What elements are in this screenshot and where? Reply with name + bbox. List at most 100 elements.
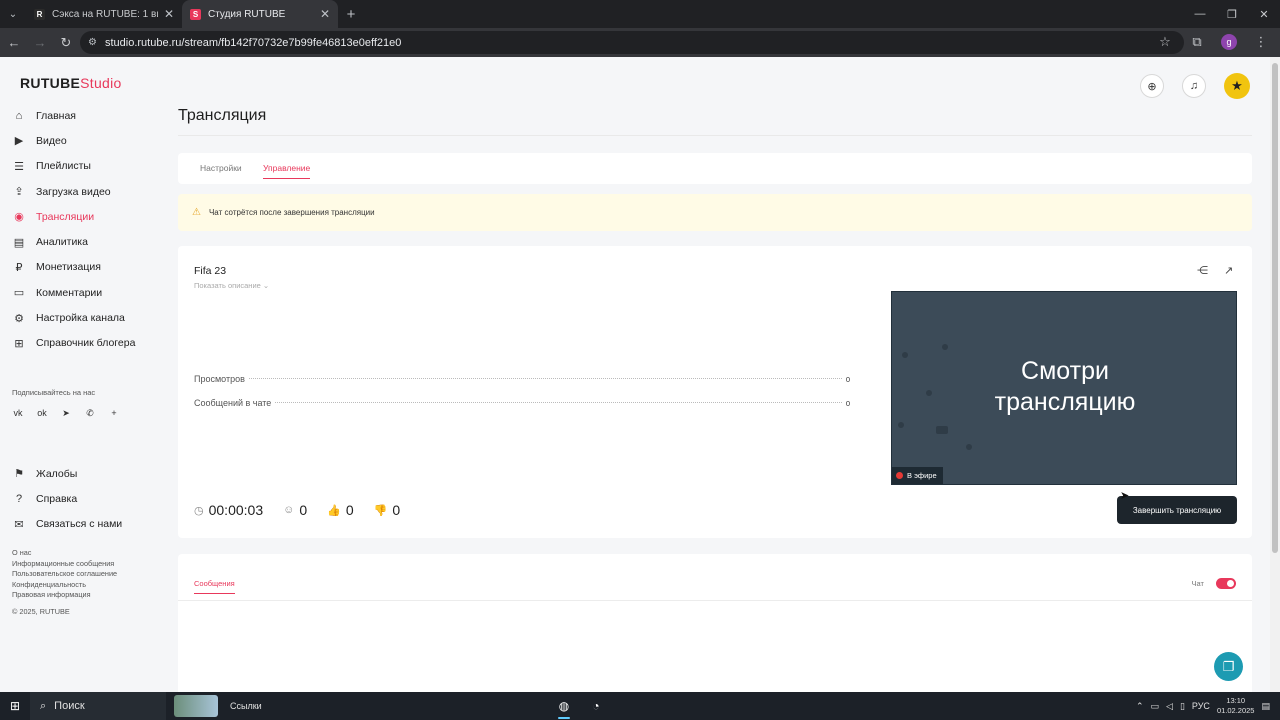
widget-image: [174, 695, 218, 717]
extensions-icon[interactable]: ⧉: [1186, 31, 1208, 53]
mail-icon: ✉: [14, 518, 24, 531]
taskbar-search[interactable]: ⌕ Поиск: [30, 692, 166, 720]
settings-icon: ⚙: [14, 312, 24, 325]
windows-start-icon[interactable]: ⊞: [0, 692, 30, 720]
widget-label: Ссылки: [230, 701, 262, 711]
page-tabs: Настройки Управление: [178, 153, 1252, 184]
taskbar-apps: ◍ ◔: [548, 692, 612, 720]
app-icon[interactable]: ◔: [580, 692, 612, 720]
tab-title: Сэкса на RUTUBE: 1 видео – ...: [52, 8, 158, 20]
sidebar-item-analytics[interactable]: ▤ Аналитика: [12, 229, 135, 254]
tab-messages[interactable]: Сообщения: [194, 579, 235, 594]
restore-icon[interactable]: ❐: [1216, 0, 1248, 28]
tab-search-chevron-icon[interactable]: ⌄: [0, 0, 26, 28]
plus-icon[interactable]: +: [108, 406, 120, 420]
sidebar-item-home[interactable]: ⌂ Главная: [12, 103, 135, 128]
support-chat-icon: ❐: [1222, 658, 1235, 674]
sidebar-item-contact[interactable]: ✉ Связаться с нами: [12, 512, 122, 537]
vk-icon[interactable]: vk: [12, 406, 24, 420]
sidebar-item-playlists[interactable]: ☰ Плейлисты: [12, 154, 135, 179]
support-chat-button[interactable]: ❐: [1214, 652, 1243, 681]
scrollbar-thumb[interactable]: [1272, 63, 1278, 553]
chat-toggle[interactable]: [1216, 578, 1236, 589]
minimize-icon[interactable]: —: [1184, 0, 1216, 28]
browser-menu-icon[interactable]: ⋮: [1250, 31, 1272, 53]
dotted-leader: [275, 402, 842, 403]
external-link-icon[interactable]: ↗: [1224, 264, 1233, 277]
back-icon[interactable]: ←: [2, 31, 26, 55]
footer-link-legal[interactable]: Правовая информация: [12, 590, 117, 601]
sidebar-item-label: Комментарии: [36, 286, 103, 299]
viber-icon[interactable]: ✆: [84, 406, 96, 420]
close-window-icon[interactable]: ✕: [1248, 0, 1280, 28]
footer-link-about[interactable]: О нас: [12, 548, 117, 559]
sidebar-item-broadcasts[interactable]: ◉ Трансляции: [12, 204, 135, 229]
preview-caption-line1: Смотри: [1021, 357, 1109, 385]
user-avatar[interactable]: ★: [1224, 73, 1250, 99]
chrome-icon[interactable]: ◍: [548, 692, 580, 720]
metric-viewers: ☺ 0: [283, 502, 307, 518]
telegram-icon[interactable]: ➤: [60, 406, 72, 420]
address-bar[interactable]: ⚙ studio.rutube.ru/stream/fb142f70732e7b…: [80, 31, 1184, 54]
site-info-icon[interactable]: ⚙: [88, 37, 97, 48]
tab-management[interactable]: Управление: [263, 163, 311, 179]
stat-label: Сообщений в чате: [194, 398, 272, 408]
new-tab-button[interactable]: +: [338, 0, 364, 28]
show-description-label: Показать описание: [194, 281, 261, 290]
flag-icon: ⚑: [14, 468, 24, 481]
sidebar-item-channel-settings[interactable]: ⚙ Настройка канала: [12, 305, 135, 330]
profile-avatar[interactable]: g: [1218, 31, 1240, 53]
footer-link-privacy[interactable]: Конфиденциальность: [12, 580, 117, 591]
footer-link-info[interactable]: Информационные сообщения: [12, 559, 117, 570]
tray-chevron-icon[interactable]: ⌃: [1136, 701, 1144, 712]
viewers-icon: ☺: [283, 504, 295, 516]
sidebar-item-monetization[interactable]: ₽ Монетизация: [12, 255, 135, 280]
ok-icon[interactable]: ok: [36, 406, 48, 420]
browser-tab-rutube[interactable]: R Сэкса на RUTUBE: 1 видео – ... ✕: [26, 0, 182, 28]
live-badge: В эфире: [892, 467, 943, 484]
volume-icon[interactable]: ◁: [1166, 701, 1173, 712]
language-indicator[interactable]: РУС: [1192, 701, 1210, 711]
notifications-bell-icon[interactable]: ♫: [1182, 74, 1206, 98]
show-description-toggle[interactable]: Показать описание ⌄: [194, 281, 269, 290]
network-icon[interactable]: ▭: [1151, 701, 1160, 712]
sidebar-item-label: Справка: [36, 492, 78, 505]
taskbar-widget[interactable]: Ссылки: [174, 695, 262, 717]
browser-tab-studio[interactable]: S Студия RUTUBE ✕: [182, 0, 338, 28]
comments-icon: ▭: [13, 287, 25, 300]
sidebar-item-label: Настройка канала: [36, 312, 125, 325]
tab-close-icon[interactable]: ✕: [164, 7, 174, 21]
dotted-leader: [248, 378, 842, 379]
page-scrollbar[interactable]: [1270, 57, 1280, 692]
share-icon[interactable]: ⋲: [1197, 264, 1208, 277]
footer-link-agreement[interactable]: Пользовательское соглашение: [12, 569, 117, 580]
browser-toolbar: ← → ↻ ⚙ studio.rutube.ru/stream/fb142f70…: [0, 28, 1280, 57]
tab-title: Студия RUTUBE: [208, 8, 286, 20]
logo-main: RUTUBE: [20, 75, 81, 91]
create-icon[interactable]: ⊕: [1140, 74, 1164, 98]
rutube-studio-logo[interactable]: RUTUBEStudio: [20, 75, 122, 91]
sidebar-item-help[interactable]: ? Справка: [12, 486, 122, 511]
sidebar-item-comments[interactable]: ▭ Комментарии: [12, 280, 135, 305]
monetization-icon: ₽: [15, 261, 23, 274]
window-controls: — ❐ ✕: [1184, 0, 1280, 28]
sidebar-item-complaints[interactable]: ⚑ Жалобы: [12, 461, 122, 486]
tab-settings[interactable]: Настройки: [200, 163, 242, 173]
metric-dislikes: 👎 0: [374, 502, 401, 518]
sidebar-item-upload[interactable]: ⇪ Загрузка видео: [12, 179, 135, 204]
tab-close-icon[interactable]: ✕: [320, 7, 330, 21]
stream-preview[interactable]: Смотри трансляцию В эфире: [891, 291, 1237, 485]
sidebar-item-handbook[interactable]: ⊞ Справочник блогера: [12, 331, 135, 356]
sidebar-item-video[interactable]: ▶ Видео: [12, 128, 135, 153]
stat-chat-messages: Сообщений в чате 0: [194, 398, 850, 408]
sidebar-item-label: Аналитика: [36, 236, 88, 249]
end-stream-button[interactable]: Завершить трансляцию: [1117, 496, 1237, 524]
forward-icon[interactable]: →: [28, 31, 52, 55]
stream-title: Fifa 23: [194, 265, 227, 277]
bookmark-star-icon[interactable]: ☆: [1154, 31, 1176, 53]
taskbar-clock[interactable]: 13:10 01.02.2025: [1217, 696, 1255, 716]
battery-icon[interactable]: ▯: [1180, 701, 1185, 712]
notifications-icon[interactable]: ▤: [1261, 701, 1270, 712]
reload-icon[interactable]: ↻: [54, 31, 78, 55]
thumbs-up-icon: 👍: [327, 504, 341, 517]
